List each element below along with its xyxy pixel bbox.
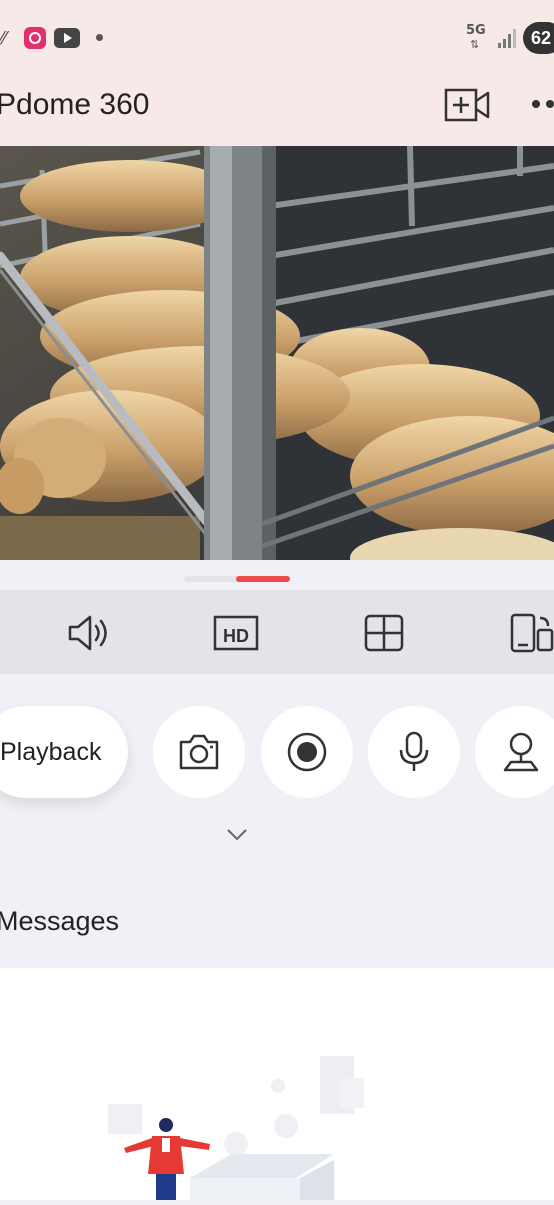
more-dot-icon bbox=[532, 100, 540, 108]
data-arrows-icon: ⇅ bbox=[470, 38, 480, 51]
youtube-icon bbox=[54, 28, 80, 48]
grid-icon bbox=[364, 614, 404, 652]
record-button[interactable] bbox=[261, 706, 353, 798]
empty-state-illustration bbox=[108, 1056, 364, 1200]
add-video-button[interactable] bbox=[444, 87, 490, 123]
camera-icon bbox=[179, 734, 219, 770]
panel-drag-handle[interactable] bbox=[184, 576, 290, 582]
more-dot-icon bbox=[546, 100, 554, 108]
handle-active-indicator bbox=[236, 576, 290, 582]
hd-icon: HD bbox=[213, 615, 259, 651]
playback-label: Playback bbox=[0, 738, 102, 766]
multi-view-button[interactable] bbox=[360, 612, 408, 654]
instagram-icon bbox=[24, 27, 46, 49]
screenshot-button[interactable] bbox=[153, 706, 245, 798]
ptz-control-button[interactable] bbox=[475, 706, 554, 798]
network-type: 5G bbox=[466, 23, 486, 38]
volume-button[interactable] bbox=[64, 612, 112, 654]
signal-icon bbox=[498, 28, 516, 48]
record-icon bbox=[287, 732, 327, 772]
app-header: Pdome 360 bbox=[0, 78, 554, 146]
chevron-down-icon[interactable] bbox=[226, 828, 248, 842]
status-bar: ⁄⁄ 5G ⇅ 62 bbox=[0, 0, 554, 78]
location-pin-icon bbox=[503, 732, 539, 772]
action-panel: Playback Messages bbox=[0, 674, 554, 968]
video-control-bar: HD bbox=[0, 590, 554, 674]
rotate-screen-button[interactable] bbox=[508, 612, 554, 654]
screen-rotate-icon bbox=[510, 613, 554, 653]
battery-indicator: 62 bbox=[523, 22, 554, 54]
camera-frame bbox=[0, 146, 554, 560]
messages-heading: Messages bbox=[0, 906, 120, 936]
wifi-calling-icon: ⁄⁄ bbox=[0, 28, 7, 49]
more-options-button[interactable] bbox=[528, 96, 554, 110]
talk-button[interactable] bbox=[368, 706, 460, 798]
hd-quality-button[interactable]: HD bbox=[212, 612, 260, 654]
page-title: Pdome 360 bbox=[0, 88, 150, 121]
notification-dot-icon bbox=[96, 34, 103, 41]
add-video-icon bbox=[444, 88, 490, 122]
microphone-icon bbox=[399, 731, 429, 771]
live-video-feed[interactable] bbox=[0, 146, 554, 560]
hd-label: HD bbox=[223, 626, 249, 646]
speaker-icon bbox=[68, 615, 107, 651]
messages-list bbox=[0, 968, 554, 1200]
